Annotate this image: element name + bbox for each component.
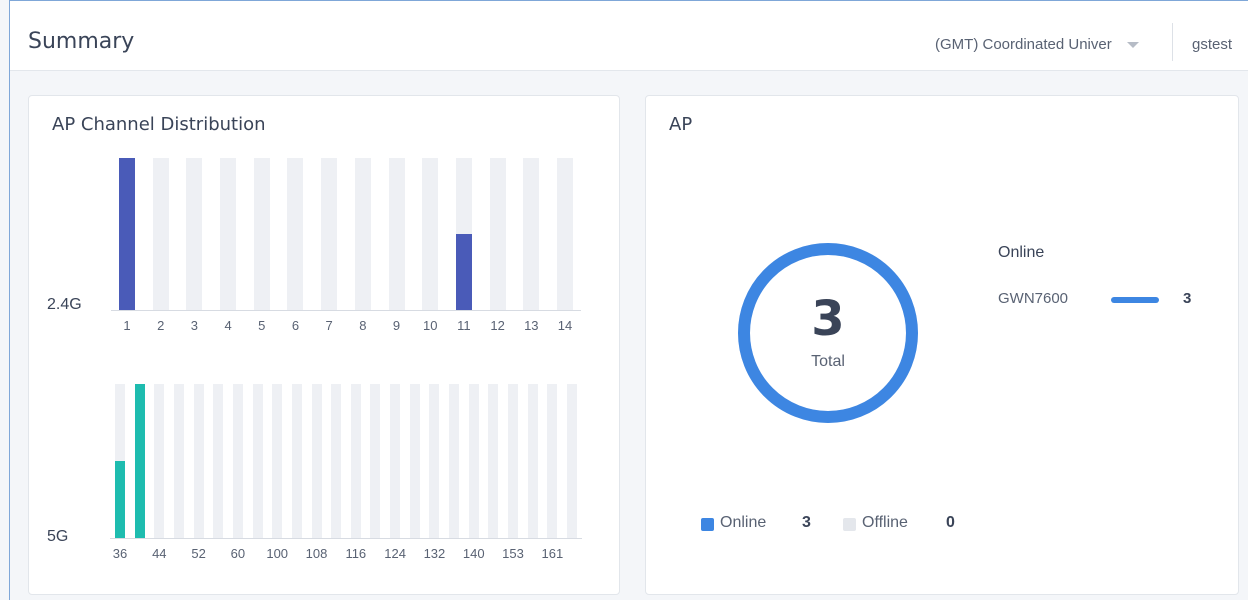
user-menu[interactable]: gstest bbox=[1192, 36, 1232, 53]
chevron-down-icon bbox=[1127, 42, 1139, 48]
channel-bar-9[interactable] bbox=[388, 158, 405, 310]
tick-label-124: 124 bbox=[384, 546, 406, 561]
legend-offline-label[interactable]: Offline bbox=[862, 514, 908, 532]
channel-bar-52[interactable] bbox=[193, 384, 204, 538]
channel-bar-124[interactable] bbox=[390, 384, 401, 538]
ap-donut-chart: 3 Total bbox=[736, 241, 920, 425]
channel-bar-104[interactable] bbox=[291, 384, 302, 538]
model-count: 3 bbox=[1183, 290, 1192, 307]
tick-label-3: 3 bbox=[190, 318, 198, 333]
tick-label-14: 14 bbox=[557, 318, 573, 333]
tick-label-13: 13 bbox=[524, 318, 539, 333]
channel-bar-fill-1 bbox=[119, 158, 135, 310]
channel-bar-40[interactable] bbox=[134, 384, 145, 538]
tick-label-36: 36 bbox=[112, 546, 128, 561]
channel-bar-fill-11 bbox=[455, 234, 472, 310]
tick-label-7: 7 bbox=[325, 318, 333, 333]
x-axis-line bbox=[111, 310, 581, 311]
x-axis-line bbox=[110, 538, 582, 539]
channel-bar-56[interactable] bbox=[213, 384, 224, 538]
tick-label-5: 5 bbox=[258, 318, 266, 333]
band-label-24g: 2.4G bbox=[47, 296, 82, 313]
channel-bar-60[interactable] bbox=[232, 384, 243, 538]
tick-label-8: 8 bbox=[359, 318, 367, 333]
tick-label-2: 2 bbox=[157, 318, 165, 333]
channel-bar-48[interactable] bbox=[173, 384, 184, 538]
legend-online-count: 3 bbox=[802, 514, 811, 531]
tick-label-116: 116 bbox=[345, 546, 367, 561]
app-frame: Summary (GMT) Coordinated Univer gstest … bbox=[9, 0, 1248, 600]
channel-bar-136[interactable] bbox=[449, 384, 460, 538]
channel-bar-11[interactable] bbox=[455, 158, 472, 310]
channel-bar-fill-36 bbox=[115, 461, 125, 538]
channel-bar-1[interactable] bbox=[119, 158, 135, 310]
ap-card: AP 3 Total Online GWN7600 3 Online 3 Off… bbox=[645, 95, 1239, 595]
total-label: Total bbox=[811, 353, 845, 370]
channel-distribution-card: AP Channel Distribution 2.4G 5G 12345678… bbox=[28, 95, 620, 595]
legend-swatch-online bbox=[701, 518, 714, 531]
channel-bar-132[interactable] bbox=[429, 384, 440, 538]
tick-label-140: 140 bbox=[462, 546, 485, 561]
channel-bar-2[interactable] bbox=[152, 158, 169, 310]
channel-bar-5[interactable] bbox=[253, 158, 270, 310]
channel-bar-4[interactable] bbox=[220, 158, 237, 310]
header-divider bbox=[1172, 23, 1173, 61]
channel-bar-108[interactable] bbox=[311, 384, 322, 538]
online-title: Online bbox=[998, 244, 1045, 261]
tick-label-1: 1 bbox=[123, 318, 131, 333]
channel-bar-44[interactable] bbox=[154, 384, 165, 538]
channel-bar-13[interactable] bbox=[523, 158, 540, 310]
tick-label-10: 10 bbox=[422, 318, 438, 333]
total-count: 3 bbox=[811, 291, 845, 347]
model-name: GWN7600 bbox=[998, 290, 1069, 307]
tick-label-4: 4 bbox=[224, 318, 232, 333]
channel-bar-128[interactable] bbox=[409, 384, 420, 538]
tick-label-153: 153 bbox=[502, 546, 524, 561]
channel-bar-36[interactable] bbox=[115, 384, 125, 538]
channel-bar-120[interactable] bbox=[370, 384, 381, 538]
legend-swatch-offline bbox=[843, 518, 856, 531]
tick-label-108: 108 bbox=[305, 546, 328, 561]
model-bar bbox=[1111, 297, 1159, 303]
channel-bar-140[interactable] bbox=[468, 384, 479, 538]
channel-bar-12[interactable] bbox=[489, 158, 506, 310]
tick-label-161: 161 bbox=[541, 546, 564, 561]
card-title: AP Channel Distribution bbox=[52, 114, 266, 135]
channel-bar-153[interactable] bbox=[508, 384, 519, 538]
tick-label-60: 60 bbox=[230, 546, 246, 561]
timezone-select[interactable]: (GMT) Coordinated Univer bbox=[935, 36, 1145, 56]
card-title: AP bbox=[669, 114, 693, 135]
channel-bar-149[interactable] bbox=[488, 384, 499, 538]
channel-bar-112[interactable] bbox=[331, 384, 342, 538]
channel-bar-161[interactable] bbox=[547, 384, 558, 538]
band-label-5g: 5G bbox=[47, 528, 69, 545]
channel-bar-8[interactable] bbox=[354, 158, 371, 310]
tick-label-6: 6 bbox=[291, 318, 300, 333]
channel-bar-6[interactable] bbox=[287, 158, 304, 310]
channel-bar-7[interactable] bbox=[321, 158, 338, 310]
tick-label-12: 12 bbox=[490, 318, 505, 333]
tick-label-11: 11 bbox=[457, 318, 471, 333]
tick-label-100: 100 bbox=[266, 546, 289, 561]
tick-label-44: 44 bbox=[152, 546, 167, 561]
legend-online-label[interactable]: Online bbox=[720, 514, 766, 532]
channel-bar-100[interactable] bbox=[272, 384, 283, 538]
page-header: Summary (GMT) Coordinated Univer gstest bbox=[10, 1, 1248, 71]
tick-label-132: 132 bbox=[423, 546, 446, 561]
channel-bar-116[interactable] bbox=[350, 384, 361, 538]
channel-bar-64[interactable] bbox=[252, 384, 263, 538]
page-title: Summary bbox=[28, 29, 135, 54]
legend-offline-count: 0 bbox=[946, 514, 955, 531]
tick-label-52: 52 bbox=[191, 546, 206, 561]
tick-label-9: 9 bbox=[392, 318, 401, 333]
channel-bar-3[interactable] bbox=[186, 158, 203, 310]
channel-bar-fill-40 bbox=[134, 384, 145, 538]
channel-bar-165[interactable] bbox=[567, 384, 577, 538]
channel-bar-14[interactable] bbox=[557, 158, 573, 310]
channel-bar-157[interactable] bbox=[527, 384, 538, 538]
channel-bar-10[interactable] bbox=[422, 158, 439, 310]
timezone-value: (GMT) Coordinated Univer bbox=[935, 36, 1112, 53]
